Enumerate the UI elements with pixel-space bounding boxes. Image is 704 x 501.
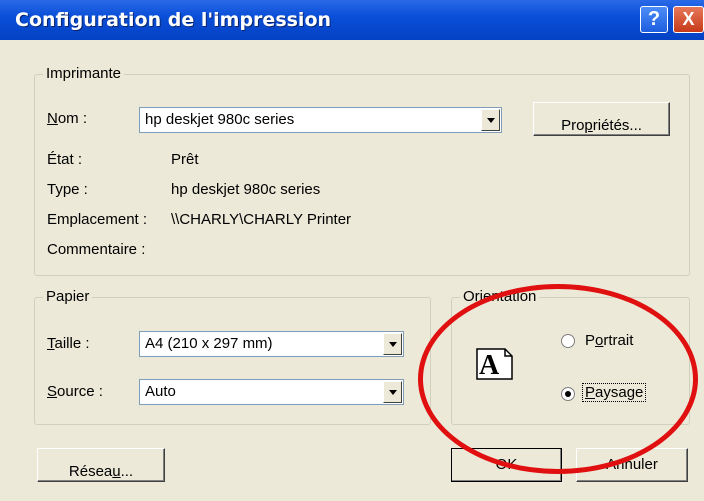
printer-name-value: hp deskjet 980c series (145, 111, 295, 128)
help-button[interactable]: ? (640, 6, 668, 33)
title-bar: Configuration de l'impression ? X (0, 0, 704, 40)
state-value: Prêt (171, 151, 199, 168)
chevron-down-icon[interactable] (383, 333, 402, 355)
type-value: hp deskjet 980c series (171, 181, 321, 198)
portrait-radio[interactable] (561, 334, 575, 348)
printer-group-legend: Imprimante (43, 65, 125, 82)
paper-group: Papier (34, 288, 431, 425)
paper-source-label: Source : (47, 383, 103, 400)
ok-button[interactable]: OK (451, 448, 562, 482)
network-button[interactable]: Réseau... (37, 448, 165, 482)
comment-label: Commentaire : (47, 241, 146, 258)
window-title: Configuration de l'impression (15, 9, 332, 31)
landscape-page-icon: A (476, 348, 513, 381)
state-label: État : (47, 151, 83, 168)
location-value: \\CHARLY\CHARLY Printer (171, 211, 352, 228)
chevron-down-icon[interactable] (481, 109, 500, 131)
paper-source-dropdown[interactable]: Auto (139, 379, 404, 405)
paper-size-dropdown[interactable]: A4 (210 x 297 mm) (139, 331, 404, 357)
cancel-button[interactable]: Annuler (576, 448, 688, 482)
landscape-radio[interactable] (561, 387, 575, 401)
svg-text:A: A (479, 350, 500, 381)
properties-button[interactable]: Propriétés... (533, 102, 670, 136)
close-button[interactable]: X (673, 6, 704, 33)
location-label: Emplacement : (47, 211, 148, 228)
paper-size-label: Taille : (47, 335, 90, 352)
chevron-down-icon[interactable] (383, 381, 402, 403)
orientation-group-legend: Orientation (460, 288, 540, 305)
landscape-label[interactable]: Paysage (581, 383, 647, 402)
printer-name-label: Nom : (47, 110, 88, 127)
portrait-label[interactable]: Portrait (585, 332, 633, 349)
paper-source-value: Auto (145, 383, 176, 400)
type-label: Type : (47, 181, 88, 198)
printer-name-dropdown[interactable]: hp deskjet 980c series (139, 107, 502, 133)
paper-size-value: A4 (210 x 297 mm) (145, 335, 273, 352)
paper-group-legend: Papier (43, 288, 93, 305)
